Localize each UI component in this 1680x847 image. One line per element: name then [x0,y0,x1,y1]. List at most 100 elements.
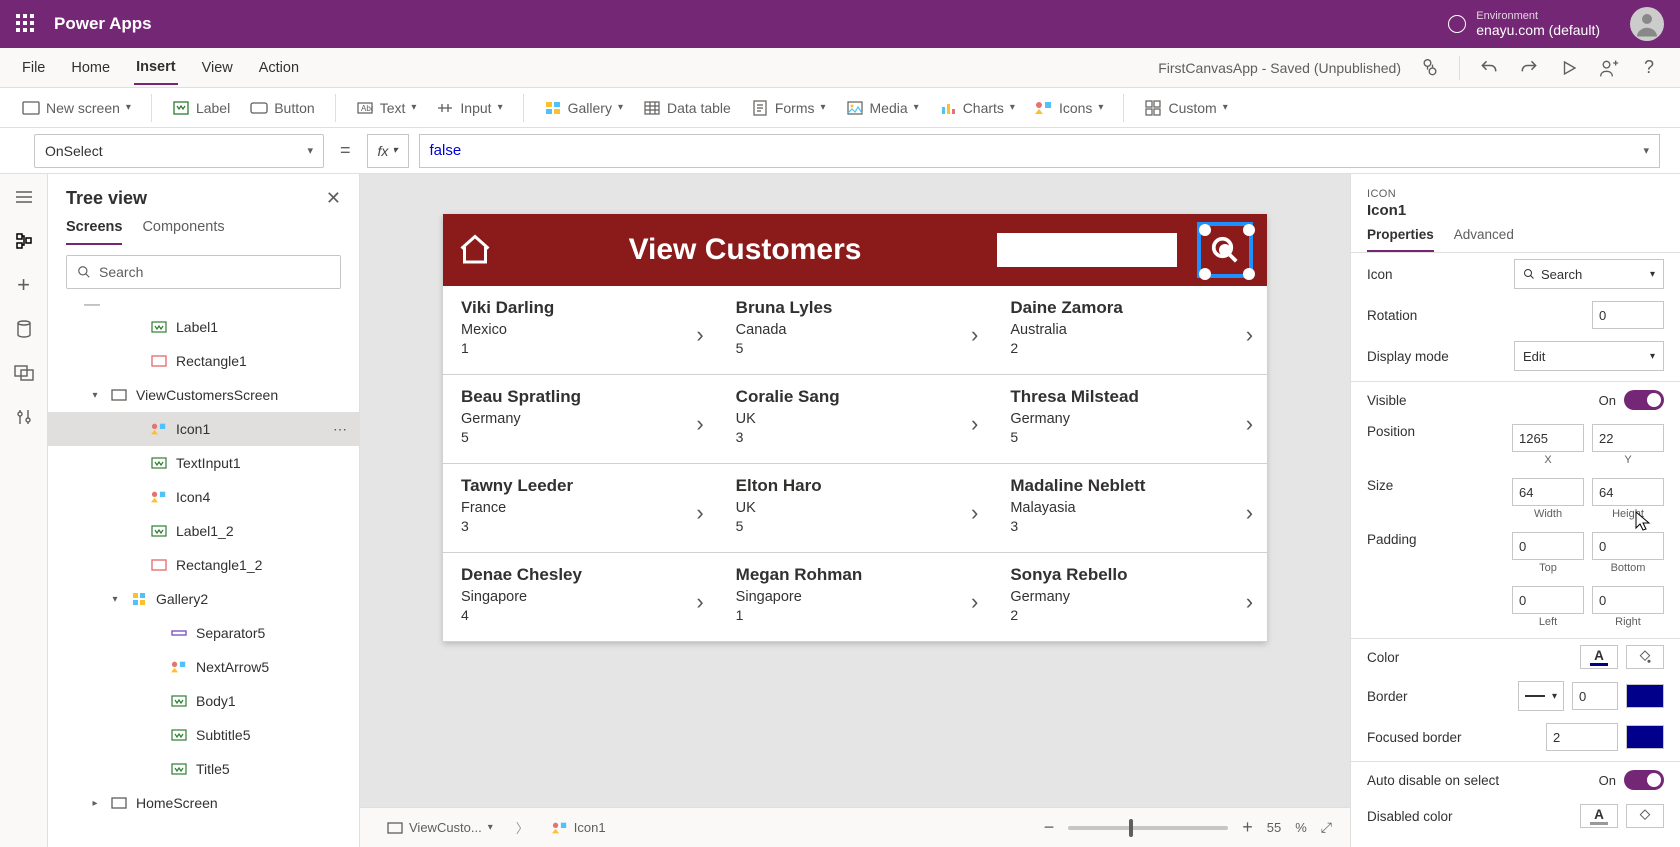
chevron-right-icon[interactable]: › [696,322,703,348]
prop-pad-right[interactable]: 0 [1592,586,1664,614]
tab-components[interactable]: Components [142,219,224,245]
gallery-cell[interactable]: Elton HaroUK5› [718,464,993,552]
home-icon[interactable] [457,232,493,268]
chevron-right-icon[interactable]: › [971,322,978,348]
prop-displaymode-select[interactable]: Edit▾ [1514,341,1664,371]
tree-node[interactable]: NextArrow5 [48,650,359,684]
environment-picker[interactable]: Environment enayu.com (default) [1448,11,1600,38]
tree-node[interactable]: Subtitle5 [48,718,359,752]
prop-color-swatch[interactable]: A [1580,645,1618,669]
breadcrumb-selected[interactable]: Icon1 [543,815,615,840]
tree-node[interactable]: ▾ViewCustomersScreen [48,378,359,412]
help-icon[interactable]: ? [1638,57,1660,79]
forms-menu[interactable]: Forms▾ [751,99,826,117]
gallery-cell[interactable]: Beau SpratlingGermany5› [443,375,718,463]
tree-node[interactable]: ▾Gallery2 [48,582,359,616]
preview-search-input[interactable] [997,233,1177,267]
chevron-right-icon[interactable]: › [1246,411,1253,437]
share-icon[interactable] [1598,57,1620,79]
label-button[interactable]: Label [172,99,230,117]
more-icon[interactable]: ⋯ [333,421,349,438]
media-menu[interactable]: Media▾ [846,99,919,117]
tree-node[interactable]: TextInput1 [48,446,359,480]
chevron-right-icon[interactable]: › [1246,322,1253,348]
new-screen-button[interactable]: New screen▾ [22,99,131,117]
chevron-right-icon[interactable]: › [696,411,703,437]
chevron-right-icon[interactable]: › [696,500,703,526]
tree-node[interactable]: Body1 [48,684,359,718]
prop-focused-border-color[interactable] [1626,725,1664,749]
charts-menu[interactable]: Charts▾ [939,99,1015,117]
tree-node[interactable]: Rectangle1 [48,344,359,378]
prop-border-color[interactable] [1626,684,1664,708]
data-icon[interactable] [13,318,35,340]
gallery-cell[interactable]: Thresa MilsteadGermany5› [992,375,1267,463]
tree-node[interactable]: Label1 [48,310,359,344]
chevron-right-icon[interactable]: › [971,589,978,615]
tab-screens[interactable]: Screens [66,219,122,245]
play-icon[interactable] [1558,57,1580,79]
breadcrumb-screen[interactable]: ViewCusto... ▾ [378,815,502,840]
close-icon[interactable]: ✕ [326,188,341,209]
tree-node[interactable]: Icon4 [48,480,359,514]
prop-pad-left[interactable]: 0 [1512,586,1584,614]
tree-node[interactable]: Label1_2 [48,514,359,548]
tree-search[interactable]: Search [66,255,341,289]
chevron-right-icon[interactable]: › [971,500,978,526]
tab-advanced[interactable]: Advanced [1454,227,1514,252]
prop-disabledfill-swatch[interactable] [1626,804,1664,828]
app-launcher-icon[interactable] [16,14,36,34]
add-icon[interactable]: + [13,274,35,296]
chevron-right-icon[interactable]: › [696,589,703,615]
menu-file[interactable]: File [20,52,47,84]
chevron-down-icon[interactable]: ▾ [88,390,102,401]
tools-icon[interactable] [13,406,35,428]
property-selector[interactable]: OnSelect ▾ [34,134,324,168]
gallery-cell[interactable]: Madaline NeblettMalayasia3› [992,464,1267,552]
redo-icon[interactable] [1518,57,1540,79]
prop-pos-x[interactable]: 1265 [1512,424,1584,452]
tree-node[interactable]: Rectangle1_2 [48,548,359,582]
prop-icon-select[interactable]: Search ▾ [1514,259,1664,289]
prop-autodisable-toggle[interactable] [1624,770,1664,790]
zoom-in-icon[interactable]: + [1242,817,1253,838]
menu-action[interactable]: Action [257,52,301,84]
tree-node[interactable]: Separator5 [48,616,359,650]
prop-pos-y[interactable]: 22 [1592,424,1664,452]
menu-view[interactable]: View [200,52,235,84]
prop-disabledcolor-swatch[interactable]: A [1580,804,1618,828]
prop-pad-bottom[interactable]: 0 [1592,532,1664,560]
menu-home[interactable]: Home [69,52,112,84]
zoom-slider[interactable] [1068,826,1228,830]
undo-icon[interactable] [1478,57,1500,79]
chevron-right-icon[interactable]: › [971,411,978,437]
datatable-button[interactable]: Data table [643,99,731,117]
input-menu[interactable]: Input▾ [436,99,502,117]
chevron-right-icon[interactable]: ▸ [88,798,102,809]
hamburger-icon[interactable] [13,186,35,208]
fit-icon[interactable]: ⤢ [1321,819,1332,836]
gallery-cell[interactable]: Coralie SangUK3› [718,375,993,463]
app-checker-icon[interactable] [1419,57,1441,79]
prop-size-h[interactable]: 64 [1592,478,1664,506]
gallery-menu[interactable]: Gallery▾ [544,99,623,117]
selected-search-icon[interactable] [1197,222,1253,278]
chevron-down-icon[interactable]: ▾ [108,594,122,605]
custom-menu[interactable]: Custom▾ [1144,99,1227,117]
gallery-cell[interactable]: Megan RohmanSingapore1› [718,553,993,641]
gallery-cell[interactable]: Bruna LylesCanada5› [718,286,993,374]
prop-pad-top[interactable]: 0 [1512,532,1584,560]
gallery-cell[interactable]: Denae ChesleySingapore4› [443,553,718,641]
zoom-out-icon[interactable]: − [1044,817,1055,838]
media-rail-icon[interactable] [13,362,35,384]
text-menu[interactable]: Abc Text▾ [356,99,417,117]
tab-properties[interactable]: Properties [1367,227,1434,252]
prop-border-width[interactable]: 0 [1572,682,1618,710]
tree-view-icon[interactable] [13,230,35,252]
chevron-right-icon[interactable]: › [1246,589,1253,615]
prop-rotation-input[interactable]: 0 [1592,301,1664,329]
tree-node[interactable]: ▸HomeScreen [48,786,359,820]
prop-visible-toggle[interactable] [1624,390,1664,410]
prop-focused-border-width[interactable]: 2 [1546,723,1618,751]
icons-menu[interactable]: Icons▾ [1035,99,1104,117]
